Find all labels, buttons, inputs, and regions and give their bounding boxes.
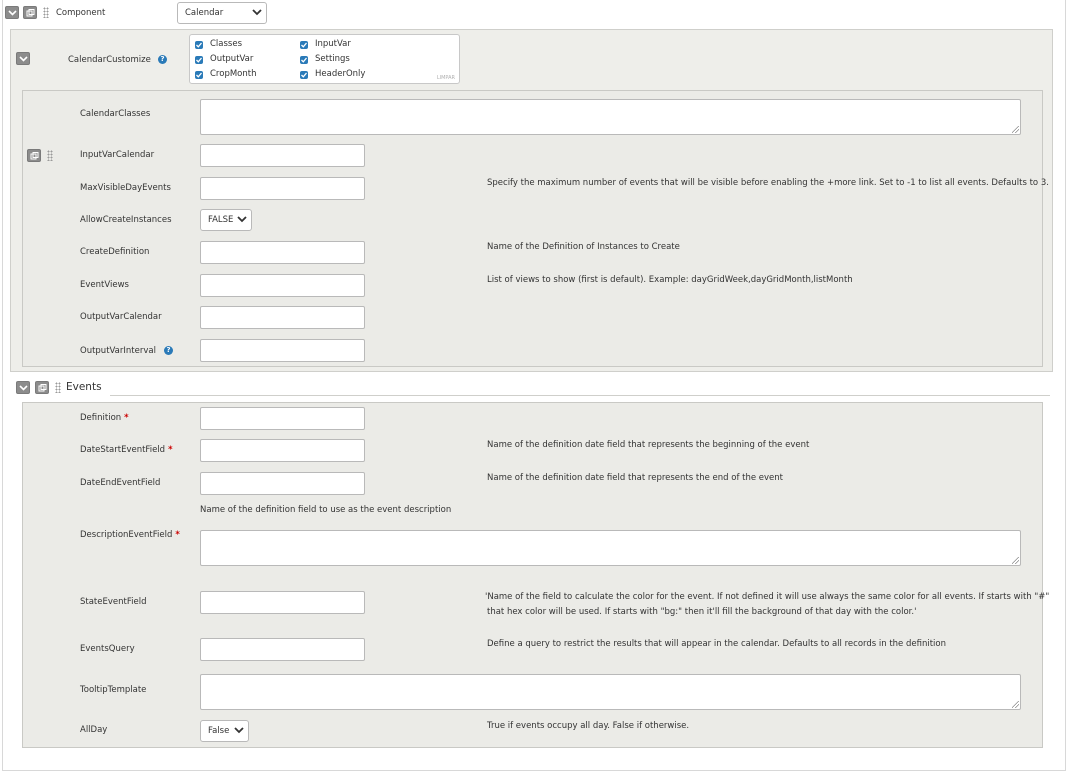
calendar-classes-label: CalendarClasses: [80, 109, 151, 119]
help-icon[interactable]: ?: [158, 55, 167, 64]
chevron-down-icon: [8, 10, 17, 16]
date-start-field[interactable]: [200, 439, 365, 462]
copy-icon: [26, 9, 35, 17]
output-var-calendar-field[interactable]: [200, 306, 365, 329]
checkbox-cropmonth[interactable]: [195, 71, 203, 79]
output-var-calendar-label: OutputVarCalendar: [80, 312, 162, 322]
events-collapse-button[interactable]: [16, 381, 30, 394]
create-definition-description: Name of the Definition of Instances to C…: [487, 242, 680, 252]
events-title: Events: [66, 381, 102, 393]
output-interval-label: OutputVarInterval: [80, 346, 156, 356]
copy-button[interactable]: [23, 6, 37, 19]
all-day-description: True if events occupy all day. False if …: [487, 721, 690, 731]
checkbox-settings[interactable]: [300, 56, 308, 64]
component-label: Component: [56, 8, 106, 18]
tooltip-template-label: TooltipTemplate: [80, 685, 147, 695]
description-field-input[interactable]: [200, 530, 1021, 566]
checkbox-inputvar[interactable]: [300, 41, 308, 49]
check-icon: [301, 72, 307, 78]
copy-icon: [30, 152, 39, 160]
allow-create-select[interactable]: FALSE: [200, 209, 252, 231]
collapse-button[interactable]: [5, 6, 19, 19]
max-visible-field[interactable]: [200, 177, 365, 200]
events-query-label: EventsQuery: [80, 644, 135, 654]
events-query-description: Define a query to restrict the results t…: [487, 639, 946, 649]
checkbox-label: CropMonth: [210, 69, 257, 79]
create-definition-field[interactable]: [200, 241, 365, 264]
all-day-select[interactable]: False: [200, 720, 249, 742]
copy-button[interactable]: [27, 149, 41, 162]
state-field-description-2: that hex color will be used. If starts w…: [487, 607, 917, 617]
event-views-description: List of views to show (first is default)…: [487, 275, 853, 285]
required-marker: *: [124, 413, 129, 423]
required-marker: *: [168, 445, 173, 455]
input-var-calendar-field[interactable]: [200, 144, 365, 167]
check-icon: [301, 57, 307, 63]
copy-icon: [38, 384, 47, 392]
check-icon: [196, 72, 202, 78]
input-var-calendar-label: InputVarCalendar: [80, 150, 155, 160]
chevron-down-icon: [19, 385, 28, 391]
definition-label: Definition *: [80, 413, 129, 423]
create-definition-label: CreateDefinition: [80, 247, 150, 257]
customize-label: CalendarCustomize: [68, 55, 151, 65]
max-visible-label: MaxVisibleDayEvents: [80, 183, 171, 193]
state-field-label: StateEventField: [80, 597, 147, 607]
tooltip-template-field[interactable]: [200, 674, 1021, 710]
check-icon: [196, 57, 202, 63]
drag-handle-icon[interactable]: [47, 150, 53, 161]
all-day-label: AllDay: [80, 725, 108, 735]
state-field-description-1: 'Name of the field to calculate the colo…: [485, 592, 1050, 602]
event-views-label: EventViews: [80, 280, 129, 290]
resize-grip-icon[interactable]: [1012, 701, 1019, 708]
checkbox-headeronly[interactable]: [300, 71, 308, 79]
checkbox-label: HeaderOnly: [315, 69, 366, 79]
checkbox-label: Classes: [210, 39, 243, 49]
date-end-description: Name of the definition date field that r…: [487, 473, 784, 483]
date-start-description: Name of the definition date field that r…: [487, 440, 810, 450]
chevron-down-icon: [237, 216, 247, 223]
allow-create-value: FALSE: [208, 215, 234, 225]
resize-grip-icon[interactable]: [1012, 557, 1019, 564]
component-select-value: Calendar: [185, 8, 224, 18]
checkbox-classes[interactable]: [195, 41, 203, 49]
date-end-field[interactable]: [200, 472, 365, 495]
checkbox-label: OutputVar: [210, 54, 254, 64]
events-query-field[interactable]: [200, 638, 365, 661]
customize-collapse-button[interactable]: [16, 52, 30, 65]
definition-field[interactable]: [200, 407, 365, 430]
all-day-value: False: [208, 726, 230, 736]
copy-button[interactable]: [35, 381, 49, 394]
customize-options-box: Classes OutputVar CropMonth InputVar Set…: [189, 34, 460, 84]
checkbox-outputvar[interactable]: [195, 56, 203, 64]
component-select[interactable]: Calendar: [177, 2, 267, 24]
section-divider: [110, 395, 1050, 396]
date-start-label: DateStartEventField *: [80, 445, 173, 455]
event-views-field[interactable]: [200, 274, 365, 297]
resize-grip-icon[interactable]: [1012, 126, 1019, 133]
clear-link[interactable]: LIMPAR: [437, 75, 455, 81]
state-field-input[interactable]: [200, 591, 365, 614]
output-interval-field[interactable]: [200, 339, 365, 362]
required-marker: *: [175, 530, 180, 540]
max-visible-description: Specify the maximum number of events tha…: [487, 178, 1049, 188]
allow-create-label: AllowCreateInstances: [80, 215, 172, 225]
help-icon[interactable]: ?: [164, 346, 173, 355]
drag-handle-icon[interactable]: [55, 382, 61, 393]
drag-handle-icon[interactable]: [43, 7, 49, 18]
chevron-down-icon: [19, 56, 28, 62]
checkbox-label: InputVar: [315, 39, 351, 49]
checkbox-label: Settings: [315, 54, 350, 64]
chevron-down-icon: [252, 9, 262, 16]
description-field-label: DescriptionEventField *: [80, 530, 180, 540]
check-icon: [196, 42, 202, 48]
chevron-down-icon: [234, 727, 244, 734]
calendar-classes-field[interactable]: [200, 99, 1021, 135]
date-end-label: DateEndEventField: [80, 478, 161, 488]
description-field-hint: Name of the definition field to use as t…: [200, 505, 452, 515]
check-icon: [301, 42, 307, 48]
